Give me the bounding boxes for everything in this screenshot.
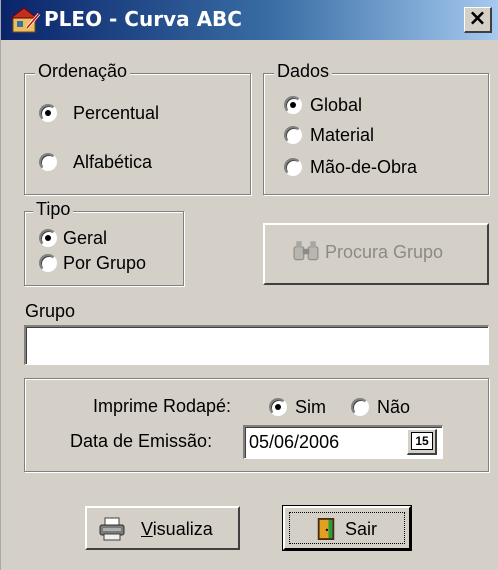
tipo-group: Tipo Geral Por Grupo — [24, 199, 184, 286]
binoculars-icon — [293, 241, 319, 261]
radio-por-grupo-label: Por Grupo — [63, 253, 147, 273]
radio-percentual-indicator — [39, 104, 57, 122]
window-title: PLEO - Curva ABC — [44, 7, 242, 31]
visualiza-accelerator: V — [141, 519, 153, 539]
rodape-label: Imprime Rodapé: — [93, 396, 232, 416]
door-exit-icon — [317, 518, 335, 540]
emissao-date-value: 05/06/2006 — [249, 432, 340, 452]
radio-global-label: Global — [310, 95, 363, 115]
radio-global-indicator — [284, 96, 302, 114]
radio-sim-indicator — [269, 398, 287, 416]
ordenacao-group: Ordenação Percentual Alfabética — [24, 61, 251, 195]
title-bar[interactable]: PLEO - Curva ABC × — [1, 0, 498, 40]
tipo-legend: Tipo — [33, 199, 74, 220]
calendar-icon: 15 — [411, 432, 433, 450]
ordenacao-legend: Ordenação — [35, 61, 131, 82]
grupo-label: Grupo — [25, 301, 76, 321]
dados-group: Dados Global Material Mão-de-Obra — [263, 61, 489, 195]
procura-grupo-button[interactable]: Procura Grupo — [263, 223, 489, 285]
dialog-window: PLEO - Curva ABC × Ordenação Percentual … — [0, 0, 498, 570]
radio-alfabetica-indicator — [39, 153, 57, 171]
sair-button[interactable]: Sair — [282, 505, 412, 551]
radio-nao-indicator — [351, 398, 369, 416]
radio-mao-de-obra-indicator — [284, 158, 302, 176]
grupo-input[interactable] — [24, 325, 489, 365]
radio-geral-label: Geral — [63, 228, 108, 248]
printer-icon — [99, 517, 125, 541]
radio-geral-indicator — [39, 229, 57, 247]
radio-sim-label: Sim — [295, 397, 326, 417]
radio-por-grupo-indicator — [39, 254, 57, 272]
radio-mao-de-obra-label: Mão-de-Obra — [310, 157, 418, 177]
visualiza-label: Visualiza — [141, 519, 213, 540]
visualiza-label-rest: isualiza — [152, 519, 213, 539]
radio-material-indicator — [284, 126, 302, 144]
radio-material-label: Material — [310, 125, 375, 145]
sair-label: Sair — [345, 519, 378, 539]
emissao-date-input[interactable]: 05/06/2006 15 — [243, 425, 443, 459]
radio-percentual-label: Percentual — [73, 103, 160, 123]
print-options-group: Imprime Rodapé: Sim Não Data de Emissão:… — [24, 378, 489, 472]
radio-alfabetica-label: Alfabética — [73, 152, 153, 172]
close-icon: × — [468, 6, 487, 31]
emissao-label: Data de Emissão: — [70, 431, 213, 451]
radio-nao-label: Não — [377, 397, 411, 417]
visualiza-button[interactable]: Visualiza — [85, 506, 240, 550]
close-button[interactable]: × — [464, 7, 492, 33]
dados-legend: Dados — [274, 61, 333, 82]
app-icon — [11, 7, 41, 33]
calendar-button[interactable]: 15 — [407, 429, 437, 455]
procura-grupo-label: Procura Grupo — [325, 242, 444, 262]
